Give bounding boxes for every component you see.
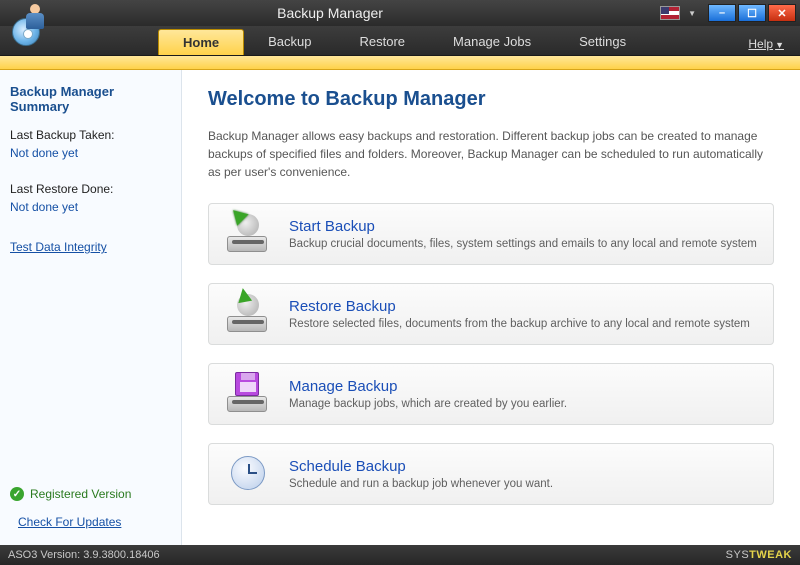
brand-text: SYSTWEAK [726,549,792,561]
tab-backup[interactable]: Backup [244,29,335,55]
intro-text: Backup Manager allows easy backups and r… [208,127,774,181]
tab-settings[interactable]: Settings [555,29,650,55]
start-backup-title: Start Backup [289,218,757,235]
manage-backup-desc: Manage backup jobs, which are created by… [289,398,567,410]
last-backup-value: Not done yet [10,146,171,160]
start-backup-desc: Backup crucial documents, files, system … [289,238,757,250]
page-title: Welcome to Backup Manager [208,88,774,111]
last-restore-block: Last Restore Done: Not done yet [10,182,171,232]
check-for-updates-link[interactable]: Check For Updates [18,515,171,529]
tab-restore[interactable]: Restore [336,29,430,55]
registered-status: ✓ Registered Version [10,487,171,501]
start-backup-card[interactable]: Start Backup Backup crucial documents, f… [208,203,774,265]
last-restore-label: Last Restore Done: [10,182,171,196]
chevron-down-icon: ▼ [775,40,784,50]
schedule-backup-icon [223,454,271,494]
close-button[interactable]: ✕ [768,4,796,22]
last-backup-label: Last Backup Taken: [10,128,171,142]
last-backup-block: Last Backup Taken: Not done yet [10,128,171,178]
language-flag-icon[interactable] [660,6,680,20]
main-panel: Welcome to Backup Manager Backup Manager… [182,70,800,545]
help-menu[interactable]: Help▼ [740,33,792,55]
tab-home[interactable]: Home [158,29,244,55]
help-label: Help [748,37,773,51]
tab-manage-jobs[interactable]: Manage Jobs [429,29,555,55]
registered-label: Registered Version [30,487,131,501]
restore-backup-title: Restore Backup [289,298,750,315]
last-restore-value: Not done yet [10,200,171,214]
restore-backup-card[interactable]: Restore Backup Restore selected files, d… [208,283,774,345]
schedule-backup-card[interactable]: Schedule Backup Schedule and run a backu… [208,443,774,505]
manage-backup-icon [223,374,271,414]
status-bar: ASO3 Version: 3.9.3800.18406 SYSTWEAK [0,545,800,565]
version-text: ASO3 Version: 3.9.3800.18406 [8,549,160,561]
ribbon-sub-bar [0,56,800,70]
titlebar: Backup Manager ▼ – ☐ ✕ [0,0,800,26]
window-controls: – ☐ ✕ [706,4,796,22]
tab-strip: Home Backup Restore Manage Jobs Settings [158,29,650,55]
ribbon-bar: Home Backup Restore Manage Jobs Settings… [0,26,800,56]
maximize-button[interactable]: ☐ [738,4,766,22]
start-backup-icon [223,214,271,254]
sidebar: Backup Manager Summary Last Backup Taken… [0,70,182,545]
window-title: Backup Manager [0,5,660,21]
manage-backup-title: Manage Backup [289,378,567,395]
manage-backup-card[interactable]: Manage Backup Manage backup jobs, which … [208,363,774,425]
test-data-integrity-link[interactable]: Test Data Integrity [10,240,171,254]
schedule-backup-title: Schedule Backup [289,458,553,475]
language-dropdown-arrow[interactable]: ▼ [688,9,696,18]
minimize-button[interactable]: – [708,4,736,22]
schedule-backup-desc: Schedule and run a backup job whenever y… [289,478,553,490]
app-logo-icon [6,6,52,52]
restore-backup-desc: Restore selected files, documents from t… [289,318,750,330]
restore-backup-icon [223,294,271,334]
checkmark-icon: ✓ [10,487,24,501]
sidebar-summary-title: Backup Manager Summary [10,84,171,114]
content-area: Backup Manager Summary Last Backup Taken… [0,70,800,545]
